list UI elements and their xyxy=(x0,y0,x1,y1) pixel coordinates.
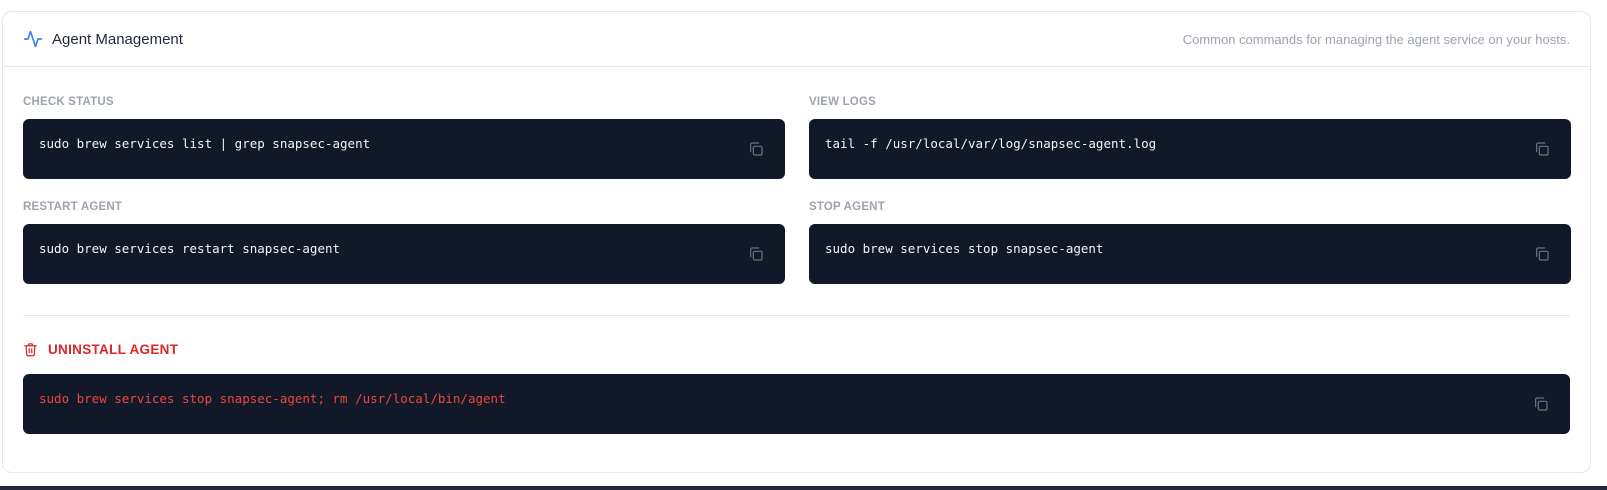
code-block[interactable]: sudo brew services restart snapsec-agent xyxy=(23,224,785,284)
uninstall-title: UNINSTALL AGENT xyxy=(48,341,179,357)
uninstall-command-text[interactable]: sudo brew services stop snapsec-agent; r… xyxy=(39,391,1554,407)
copy-icon[interactable] xyxy=(1533,245,1551,263)
card-body: CHECK STATUS sudo brew services list | g… xyxy=(3,67,1590,434)
command-label: CHECK STATUS xyxy=(23,96,114,108)
command-text[interactable]: sudo brew services restart snapsec-agent xyxy=(39,241,769,257)
command-label: RESTART AGENT xyxy=(23,201,123,213)
command-view-logs: VIEW LOGS tail -f /usr/local/var/log/sna… xyxy=(809,96,1571,179)
agent-management-card: Agent Management Common commands for man… xyxy=(2,11,1591,473)
uninstall-heading: UNINSTALL AGENT xyxy=(23,340,1570,358)
command-text[interactable]: sudo brew services stop snapsec-agent xyxy=(825,241,1555,257)
copy-icon[interactable] xyxy=(1533,140,1551,158)
command-text[interactable]: sudo brew services list | grep snapsec-a… xyxy=(39,136,769,152)
code-block[interactable]: tail -f /usr/local/var/log/snapsec-agent… xyxy=(809,119,1571,179)
command-stop-agent: STOP AGENT sudo brew services stop snaps… xyxy=(809,201,1571,284)
uninstall-code-block[interactable]: sudo brew services stop snapsec-agent; r… xyxy=(23,374,1570,434)
command-check-status: CHECK STATUS sudo brew services list | g… xyxy=(23,96,785,179)
copy-icon[interactable] xyxy=(747,140,765,158)
card-header: Agent Management Common commands for man… xyxy=(3,12,1590,67)
command-label: STOP AGENT xyxy=(809,201,885,213)
commands-grid: CHECK STATUS sudo brew services list | g… xyxy=(23,96,1571,306)
trash-icon xyxy=(23,342,38,357)
header-subtitle: Common commands for managing the agent s… xyxy=(1182,31,1570,47)
code-block[interactable]: sudo brew services list | grep snapsec-a… xyxy=(23,119,785,179)
page-title: Agent Management xyxy=(52,30,183,48)
code-block[interactable]: sudo brew services stop snapsec-agent xyxy=(809,224,1571,284)
activity-icon xyxy=(23,29,43,49)
command-text[interactable]: tail -f /usr/local/var/log/snapsec-agent… xyxy=(825,136,1555,152)
copy-icon[interactable] xyxy=(1532,395,1550,413)
section-divider xyxy=(23,315,1570,316)
copy-icon[interactable] xyxy=(747,245,765,263)
command-restart-agent: RESTART AGENT sudo brew services restart… xyxy=(23,201,785,284)
window-bottom-border xyxy=(0,486,1607,490)
command-label: VIEW LOGS xyxy=(809,96,876,108)
header-title-group: Agent Management xyxy=(23,29,183,49)
